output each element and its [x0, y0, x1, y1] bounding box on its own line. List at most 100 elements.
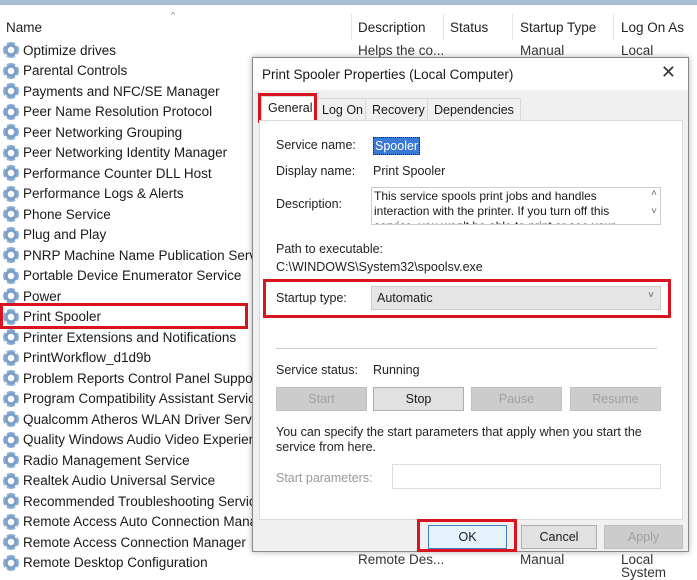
row-description: Helps the co... — [358, 43, 445, 58]
start-params-label: Start parameters: — [276, 471, 373, 485]
service-name: PrintWorkflow_d1d9b — [23, 350, 152, 365]
service-name: Phone Service — [23, 206, 111, 222]
service-row[interactable]: Performance Logs & Alerts — [3, 184, 184, 204]
service-row[interactable]: Payments and NFC/SE Manager — [3, 81, 220, 101]
service-name: Payments and NFC/SE Manager — [23, 83, 220, 99]
gear-icon — [3, 349, 19, 366]
gear-icon — [3, 493, 19, 509]
row-startup-type: Manual — [520, 552, 565, 567]
column-log-on-as[interactable]: Log On As — [621, 20, 684, 35]
general-tab-highlight — [258, 93, 317, 123]
service-name: Peer Name Resolution Protocol — [23, 104, 213, 119]
service-row[interactable]: Peer Name Resolution Protocol — [3, 102, 212, 122]
column-status[interactable]: Status — [450, 20, 488, 35]
service-row[interactable]: Optimize drives — [3, 40, 116, 60]
service-name: Problem Reports Control Panel Support — [23, 370, 261, 386]
service-name: Peer Networking Identity Manager — [23, 145, 228, 160]
service-row[interactable]: Realtek Audio Universal Service — [3, 471, 215, 491]
start-params-input[interactable] — [392, 464, 661, 489]
service-name: Realtek Audio Universal Service — [23, 473, 216, 488]
service-name: PNRP Machine Name Publication Service — [23, 247, 274, 263]
service-name: Program Compatibility Assistant Service — [23, 391, 263, 406]
column-divider — [443, 14, 444, 40]
path-label: Path to executable: — [276, 242, 384, 256]
gear-icon — [3, 288, 19, 304]
tab-log-on[interactable]: Log On — [315, 98, 371, 120]
service-row[interactable]: Quality Windows Audio Video Experience — [3, 430, 270, 450]
service-name-label: Service name: — [276, 138, 356, 152]
gear-icon — [3, 247, 19, 263]
cancel-button[interactable]: Cancel — [521, 525, 597, 549]
gear-icon — [3, 534, 19, 550]
path-value: C:\WINDOWS\System32\spoolsv.exe — [276, 260, 483, 274]
service-row[interactable]: Phone Service — [3, 204, 111, 224]
service-row[interactable]: Program Compatibility Assistant Service — [3, 389, 262, 409]
service-name: Optimize drives — [23, 42, 117, 58]
service-name: Printer Extensions and Notifications — [23, 329, 237, 345]
column-divider — [351, 14, 352, 40]
ok-highlight — [417, 519, 517, 552]
service-row[interactable]: Recommended Troubleshooting Service — [3, 491, 263, 511]
start-params-hint: You can specify the start parameters tha… — [276, 425, 642, 454]
service-name: Peer Networking Grouping — [23, 124, 183, 140]
service-row[interactable]: Portable Device Enumerator Service — [3, 266, 241, 286]
scroll-up-icon[interactable]: ˄ — [651, 188, 657, 199]
service-row[interactable]: PNRP Machine Name Publication Service — [3, 245, 273, 265]
service-row[interactable]: Parental Controls — [3, 61, 127, 81]
gear-icon — [3, 185, 19, 202]
stop-button[interactable]: Stop — [373, 387, 464, 411]
service-status-label: Service status: — [276, 363, 358, 377]
gear-icon — [3, 329, 19, 345]
service-row[interactable]: Plug and Play — [3, 225, 106, 245]
tab-dependencies[interactable]: Dependencies — [427, 98, 521, 120]
display-name-label: Display name: — [276, 164, 356, 178]
gear-icon — [3, 124, 19, 140]
description-label: Description: — [276, 197, 342, 211]
start-button[interactable]: Start — [276, 387, 367, 411]
service-row[interactable]: Printer Extensions and Notifications — [3, 327, 236, 347]
resume-button[interactable]: Resume — [570, 387, 661, 411]
gear-icon — [3, 165, 19, 181]
row-logon: Local System — [621, 552, 667, 580]
description-text: This service spools print jobs and handl… — [374, 189, 615, 224]
service-name-value[interactable]: Spooler — [373, 137, 421, 155]
service-row[interactable]: Problem Reports Control Panel Support — [3, 368, 261, 388]
service-status-value: Running — [373, 363, 420, 377]
service-row[interactable]: Peer Networking Identity Manager — [3, 143, 227, 163]
close-icon[interactable]: ✕ — [661, 62, 676, 83]
print-spooler-highlight — [0, 303, 248, 329]
column-description[interactable]: Description — [358, 20, 426, 35]
column-startup-type[interactable]: Startup Type — [520, 20, 596, 35]
apply-button[interactable]: Apply — [604, 525, 683, 549]
gear-icon — [3, 226, 19, 243]
service-row[interactable]: PrintWorkflow_d1d9b — [3, 348, 151, 368]
scroll-down-icon[interactable]: ˅ — [651, 206, 657, 217]
service-name: Performance Counter DLL Host — [23, 165, 212, 181]
gear-icon — [3, 42, 19, 58]
service-row[interactable]: Remote Access Auto Connection Manager — [3, 512, 277, 532]
pause-button[interactable]: Pause — [471, 387, 562, 411]
service-name: Performance Logs & Alerts — [23, 186, 184, 201]
service-name: Portable Device Enumerator Service — [23, 268, 242, 283]
service-row[interactable]: Qualcomm Atheros WLAN Driver Service — [3, 409, 269, 429]
tab-recovery[interactable]: Recovery — [365, 98, 432, 120]
service-row[interactable]: Remote Desktop Configuration — [3, 553, 208, 573]
column-name[interactable]: Name — [6, 20, 42, 35]
column-divider — [613, 14, 614, 40]
dialog-title: Print Spooler Properties (Local Computer… — [262, 67, 514, 82]
service-row[interactable]: Peer Networking Grouping — [3, 122, 182, 142]
service-row[interactable]: Remote Access Connection Manager — [3, 532, 246, 552]
window-top-border — [0, 0, 697, 5]
service-name: Parental Controls — [23, 63, 128, 78]
service-name: Power — [23, 288, 62, 304]
description-box[interactable]: This service spools print jobs and handl… — [371, 187, 661, 225]
service-row[interactable]: Performance Counter DLL Host — [3, 163, 212, 183]
service-name: Qualcomm Atheros WLAN Driver Service — [23, 411, 270, 427]
gear-icon — [3, 390, 19, 407]
service-name: Recommended Troubleshooting Service — [23, 493, 264, 509]
gear-icon — [3, 267, 19, 284]
divider — [276, 348, 657, 349]
service-name: Remote Access Auto Connection Manager — [23, 514, 277, 529]
general-panel: Service name: Spooler Display name: Prin… — [259, 120, 683, 520]
service-row[interactable]: Radio Management Service — [3, 450, 190, 470]
